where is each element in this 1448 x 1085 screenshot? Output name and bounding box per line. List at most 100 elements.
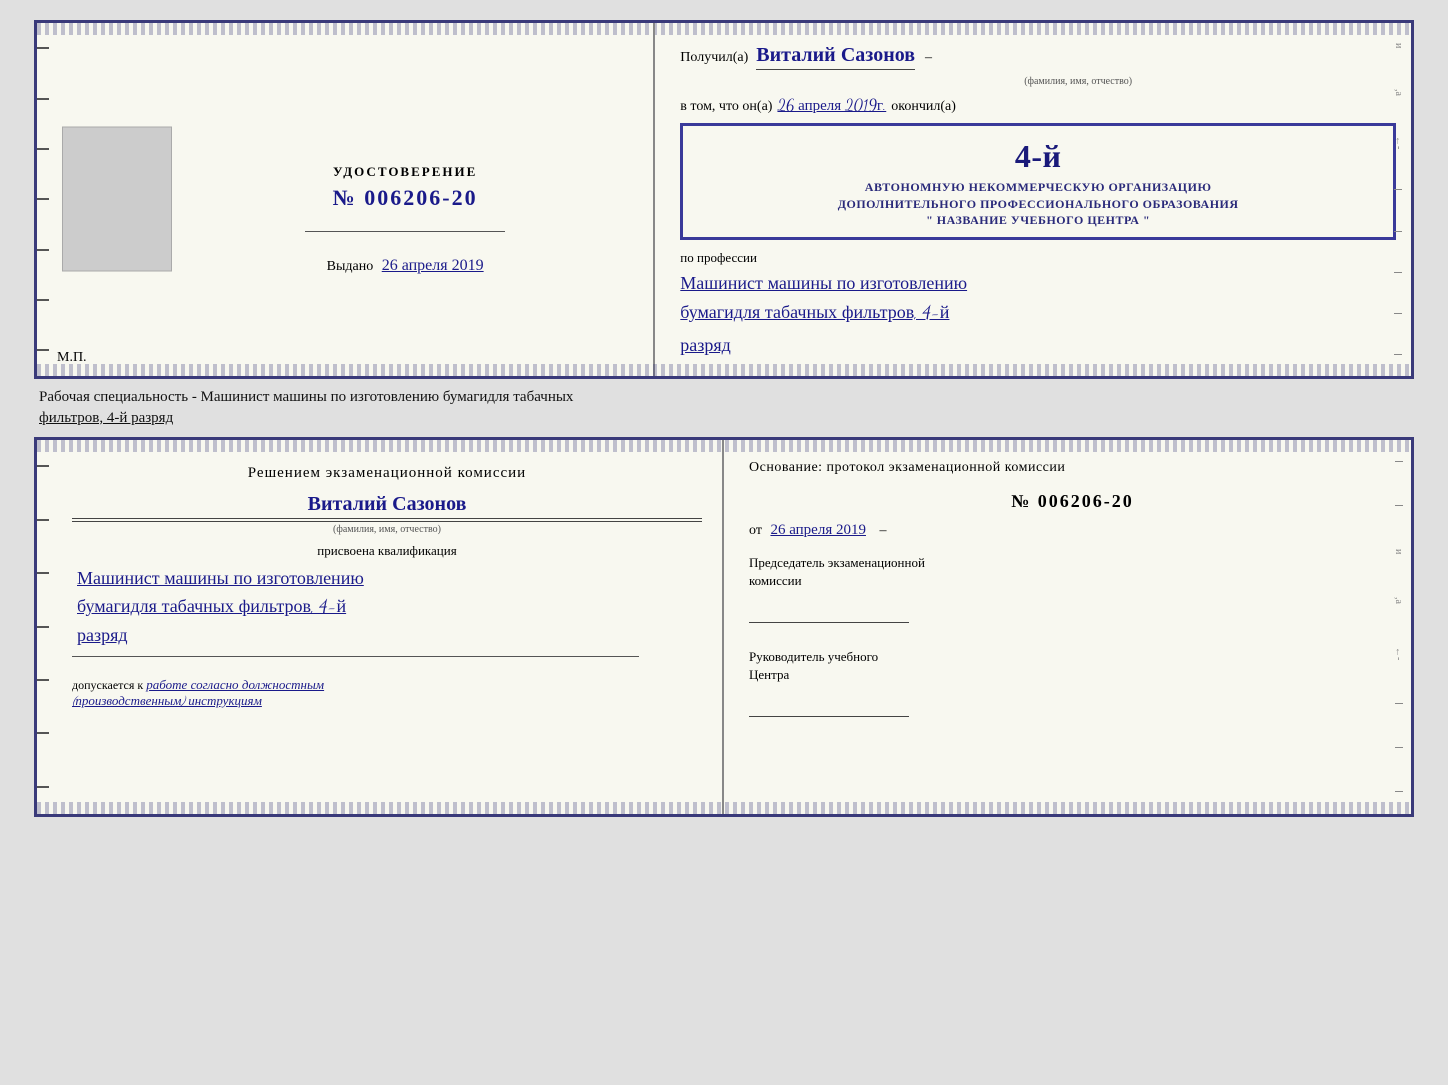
qual-line1: Машинист машины по изготовлению — [77, 565, 702, 594]
border-tick — [37, 626, 49, 628]
deco-tick — [1394, 354, 1402, 355]
left-border-lines — [37, 23, 55, 376]
stamp-line2: ДОПОЛНИТЕЛЬНОГО ПРОФЕССИОНАЛЬНОГО ОБРАЗО… — [695, 196, 1381, 213]
deco-tick — [1394, 272, 1402, 273]
deco-tick — [1395, 791, 1403, 792]
institution-label: УДОСТОВЕРЕНИЕ — [333, 164, 477, 179]
dopuskaetsya-label: допускается к — [72, 678, 143, 692]
predsedatel-signature-line — [749, 603, 909, 623]
vydano-line: Выдано 26 апреля 2019 — [327, 257, 484, 275]
border-tick — [37, 519, 49, 521]
protocol-prefix: № — [1011, 491, 1031, 511]
bottom-doc-bottom-deco — [37, 802, 1411, 814]
border-tick — [37, 47, 49, 49]
bottom-fio-note: (фамилия, имя, отчество) — [72, 524, 702, 535]
name-underline — [72, 521, 702, 522]
udostoverenie-center: УДОСТОВЕРЕНИЕ № 006206-20 Выдано 26 апре… — [305, 53, 505, 356]
bottom-document: Решением экзаменационной комиссии Витали… — [34, 437, 1414, 817]
protocol-number-block: № 006206-20 — [749, 491, 1396, 512]
border-tick — [37, 98, 49, 100]
bottom-recipient-name: Виталий Сазонов — [72, 492, 702, 519]
bottom-border-decoration — [37, 364, 1411, 376]
bottom-doc-left-panel: Решением экзаменационной комиссии Витали… — [37, 440, 724, 814]
deco-tick — [1395, 461, 1403, 462]
border-tick — [37, 299, 49, 301]
qual-line2: бумагидля табачных фильтров, 4-й — [77, 593, 702, 622]
qual-line3: разряд — [77, 622, 702, 651]
rukovoditel-label1: Руководитель учебного — [749, 649, 878, 664]
deco-text-i: и — [1393, 43, 1404, 48]
deco-tick — [1394, 231, 1402, 232]
border-tick — [37, 249, 49, 251]
border-tick — [37, 198, 49, 200]
border-tick — [37, 786, 49, 788]
border-tick — [37, 679, 49, 681]
recipient-name: Виталий Сазонов — [756, 43, 915, 70]
profession-line3: разряд — [680, 332, 1396, 361]
document-number: 006206-20 — [364, 185, 477, 210]
bottom-left-content: Решением экзаменационной комиссии Витали… — [72, 465, 702, 709]
vtom-label: в том, что он(а) — [680, 99, 772, 115]
dopuskaetsya-value: работе согласно должностным — [146, 677, 324, 693]
profession-line2: бумагидля табачных фильтров, 4-й — [680, 299, 1396, 328]
ot-label: от — [749, 523, 762, 538]
top-doc-left-panel: УДОСТОВЕРЕНИЕ № 006206-20 Выдано 26 апре… — [37, 23, 655, 376]
rukovoditel-signature-line — [749, 697, 909, 717]
bottom-doc-right-panel: Основание: протокол экзаменационной коми… — [724, 440, 1411, 814]
deco-text-a: ,а — [1393, 89, 1404, 96]
dopuskaetsya-block: допускается к работе согласно должностны… — [72, 677, 702, 709]
deco-text-arrow2: ←- — [1393, 647, 1404, 660]
predsedatel-title: Председатель экзаменационной комиссии — [749, 554, 1396, 590]
deco-tick — [1395, 747, 1403, 748]
deco-tick — [1394, 313, 1402, 314]
poluchil-line: Получил(а) Виталий Сазонов – — [680, 43, 1396, 70]
bottom-left-border — [37, 440, 55, 814]
poluchil-label: Получил(а) — [680, 50, 748, 66]
separator-line1: Рабочая специальность - Машинист машины … — [39, 389, 573, 405]
protocol-number: 006206-20 — [1038, 491, 1134, 511]
photo-placeholder — [62, 127, 172, 272]
osnovanie-title: Основание: протокол экзаменационной коми… — [749, 460, 1396, 476]
deco-text-a2: ,а — [1393, 597, 1404, 604]
border-tick — [37, 732, 49, 734]
deco-text-arrow: ←- — [1393, 136, 1404, 149]
prisvоena-label: присвоена квалификация — [72, 543, 702, 559]
okonchil-label: окончил(а) — [891, 99, 956, 115]
right-border-decoration: и ,а ←- — [1391, 23, 1406, 376]
border-tick — [37, 148, 49, 150]
border-tick — [37, 349, 49, 351]
resheniem-title: Решением экзаменационной комиссии — [72, 465, 702, 482]
ot-line: от 26 апреля 2019 – — [749, 522, 1396, 539]
stamp-box: 4-й АВТОНОМНУЮ НЕКОММЕРЧЕСКУЮ ОРГАНИЗАЦИ… — [680, 123, 1396, 240]
deco-tick — [1395, 505, 1403, 506]
fio-note: (фамилия, имя, отчество) — [1024, 76, 1132, 87]
top-doc-right-panel: Получил(а) Виталий Сазонов – (фамилия, и… — [655, 23, 1411, 376]
deco-tick — [1394, 189, 1402, 190]
qual-underline — [72, 656, 639, 657]
protocol-date: 26 апреля 2019 — [770, 522, 866, 538]
border-tick — [37, 572, 49, 574]
predsedatel-label1: Председатель экзаменационной — [749, 555, 925, 570]
separator-line2: фильтров, 4-й разряд — [39, 410, 173, 426]
vydano-label: Выдано — [327, 259, 374, 274]
deco-text-i2: и — [1393, 549, 1404, 554]
vtom-line: в том, что он(а) 26 апреля 2019г. окончи… — [680, 97, 1396, 115]
deco-tick — [1395, 703, 1403, 704]
bottom-right-deco: и ,а ←- — [1391, 440, 1406, 814]
number-prefix: № — [333, 185, 357, 210]
stamp-line1: АВТОНОМНУЮ НЕКОММЕРЧЕСКУЮ ОРГАНИЗАЦИЮ — [695, 179, 1381, 196]
ot-dash: – — [879, 523, 886, 538]
vtom-date: 26 апреля 2019г. — [777, 97, 886, 115]
stamp-number: 4-й — [695, 134, 1381, 179]
po-professii-label: по профессии — [680, 250, 1396, 266]
dopuskaetsya-value2: (производственным) инструкциям — [72, 693, 702, 709]
predsedatel-label2: комиссии — [749, 573, 802, 588]
top-document: УДОСТОВЕРЕНИЕ № 006206-20 Выдано 26 апре… — [34, 20, 1414, 379]
profession-line1: Машинист машины по изготовлению — [680, 270, 1396, 299]
vydano-date: 26 апреля 2019 — [382, 257, 484, 274]
rukovoditel-label2: Центра — [749, 667, 789, 682]
rukovoditel-title: Руководитель учебного Центра — [749, 648, 1396, 684]
separator-text: Рабочая специальность - Машинист машины … — [34, 379, 1414, 437]
qualification-block: Машинист машины по изготовлению бумагидл… — [72, 565, 702, 651]
bottom-recipient-block: Виталий Сазонов (фамилия, имя, отчество) — [72, 492, 702, 535]
